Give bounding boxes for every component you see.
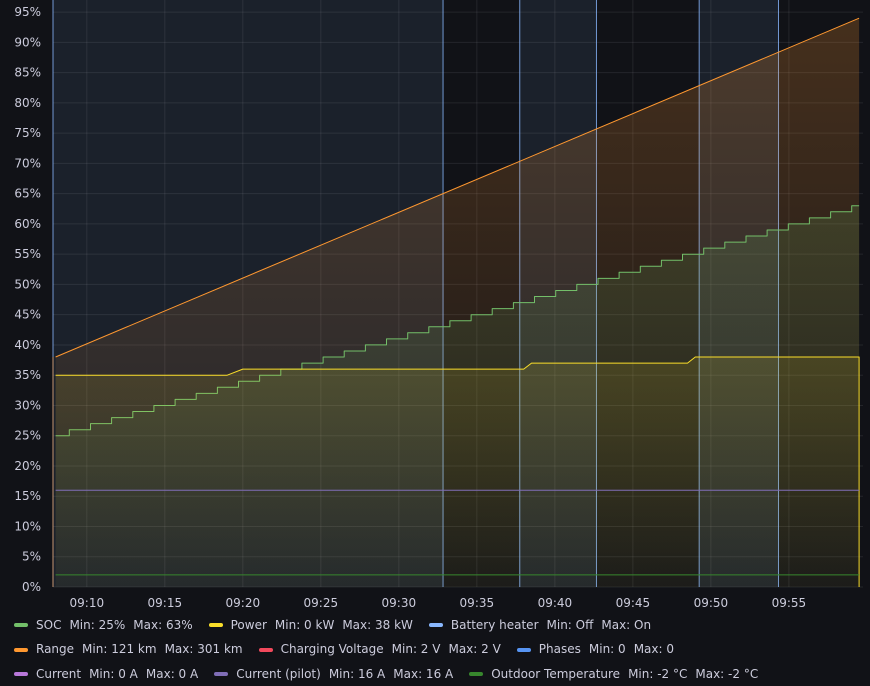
legend-swatch bbox=[208, 623, 223, 627]
chart-panel: 0% 5% 10% 15% 20% 25% 30% 35% 40% 45% 50% 55% 60% 65%… bbox=[0, 0, 870, 681]
y-tick-label: 35% bbox=[14, 368, 41, 382]
legend-item-range[interactable]: Range Min: 121 km Max: 301 km bbox=[14, 638, 251, 661]
y-tick-label: 80% bbox=[14, 96, 41, 110]
legend-item-charging-voltage[interactable]: Charging Voltage Min: 2 V Max: 2 V bbox=[258, 638, 509, 661]
x-tick-label: 09:35 bbox=[460, 596, 495, 610]
x-tick-label: 09:20 bbox=[226, 596, 261, 610]
legend-item-phases[interactable]: Phases Min: 0 Max: 0 bbox=[516, 638, 682, 661]
y-tick-label: 25% bbox=[14, 429, 41, 443]
x-tick-label: 09:15 bbox=[148, 596, 183, 610]
legend-max: Max: On bbox=[601, 617, 652, 632]
legend-item-soc[interactable]: SOC Min: 25% Max: 63% bbox=[14, 614, 201, 637]
power-series-area bbox=[55, 357, 860, 587]
x-tick-label: 09:45 bbox=[616, 596, 651, 610]
legend-swatch bbox=[14, 623, 28, 627]
time-series-chart[interactable]: 0% 5% 10% 15% 20% 25% 30% 35% 40% 45% 50% 55% 60% 65%… bbox=[0, 0, 870, 610]
legend-series-name: Range bbox=[36, 642, 75, 656]
legend-min: Min: 2 V bbox=[391, 642, 441, 656]
legend-swatch bbox=[516, 647, 531, 652]
legend-series-name: Phases bbox=[538, 642, 581, 656]
legend-max: Max: 0 bbox=[633, 642, 674, 656]
legend-series-name: Current (pilot) bbox=[236, 666, 321, 681]
y-tick-label: 15% bbox=[14, 489, 41, 503]
legend-max: Max: 301 km bbox=[164, 642, 243, 656]
legend-series-name: Outdoor Temperature bbox=[491, 666, 621, 681]
legend-swatch bbox=[258, 647, 273, 652]
y-tick-label: 70% bbox=[14, 156, 41, 170]
y-tick-label: 50% bbox=[14, 277, 41, 291]
x-tick-label: 09:30 bbox=[382, 596, 417, 610]
y-tick-label: 55% bbox=[14, 247, 41, 261]
x-tick-label: 09:55 bbox=[772, 596, 807, 610]
y-tick-label: 95% bbox=[14, 5, 41, 19]
legend-max: Max: 38 kW bbox=[342, 617, 413, 632]
legend-swatch bbox=[428, 623, 443, 627]
legend-item-battery-heater[interactable]: Battery heater Min: Off Max: On bbox=[428, 614, 659, 637]
y-tick-label: 45% bbox=[14, 308, 41, 322]
x-tick-label: 09:40 bbox=[538, 596, 573, 610]
legend-swatch bbox=[214, 672, 229, 676]
legend-min: Min: Off bbox=[546, 617, 594, 632]
legend-min: Min: 0 A bbox=[89, 666, 138, 681]
y-tick-label: 30% bbox=[14, 398, 41, 412]
legend-swatch bbox=[14, 647, 28, 652]
legend-swatch bbox=[14, 672, 28, 676]
y-tick-label: 20% bbox=[14, 459, 41, 473]
legend-min: Min: 0 kW bbox=[274, 617, 335, 632]
legend-min: Min: -2 °C bbox=[628, 666, 688, 681]
legend-max: Max: 0 A bbox=[145, 666, 199, 681]
legend-item-current[interactable]: Current Min: 0 A Max: 0 A bbox=[14, 663, 206, 686]
legend-min: Min: 25% bbox=[69, 617, 126, 632]
x-tick-label: 09:10 bbox=[70, 596, 105, 610]
chart-legend: SOC Min: 25% Max: 63% Power Min: 0 kW Max: 38… bbox=[14, 612, 864, 686]
legend-series-name: SOC bbox=[36, 617, 62, 632]
legend-item-current-pilot[interactable]: Current (pilot) Min: 16 A Max: 16 A bbox=[214, 663, 461, 686]
legend-series-name: Power bbox=[230, 617, 267, 632]
legend-max: Max: 63% bbox=[133, 617, 193, 632]
y-tick-label: 40% bbox=[14, 338, 41, 352]
legend-min: Min: 121 km bbox=[82, 642, 157, 656]
y-tick-label: 85% bbox=[14, 66, 41, 80]
legend-min: Min: 16 A bbox=[328, 666, 386, 681]
y-tick-label: 65% bbox=[14, 187, 41, 201]
legend-item-power[interactable]: Power Min: 0 kW Max: 38 kW bbox=[208, 614, 421, 637]
y-tick-label: 10% bbox=[14, 519, 41, 533]
y-tick-label: 90% bbox=[14, 35, 41, 49]
legend-series-name: Current bbox=[36, 666, 82, 681]
legend-max: Max: 2 V bbox=[448, 642, 501, 656]
legend-series-name: Battery heater bbox=[450, 617, 539, 632]
legend-max: Max: -2 °C bbox=[695, 666, 759, 681]
y-tick-label: 5% bbox=[22, 550, 41, 564]
legend-max: Max: 16 A bbox=[393, 666, 454, 681]
legend-series-name: Charging Voltage bbox=[280, 642, 384, 656]
x-tick-label: 09:25 bbox=[304, 596, 339, 610]
legend-item-outdoor-temperature[interactable]: Outdoor Temperature Min: -2 °C Max: -2 °C bbox=[469, 663, 766, 686]
y-tick-label: 75% bbox=[14, 126, 41, 140]
y-tick-label: 60% bbox=[14, 217, 41, 231]
y-tick-label: 0% bbox=[22, 580, 41, 594]
legend-swatch bbox=[469, 672, 484, 676]
legend-min: Min: 0 bbox=[588, 642, 626, 656]
x-tick-label: 09:50 bbox=[694, 596, 729, 610]
